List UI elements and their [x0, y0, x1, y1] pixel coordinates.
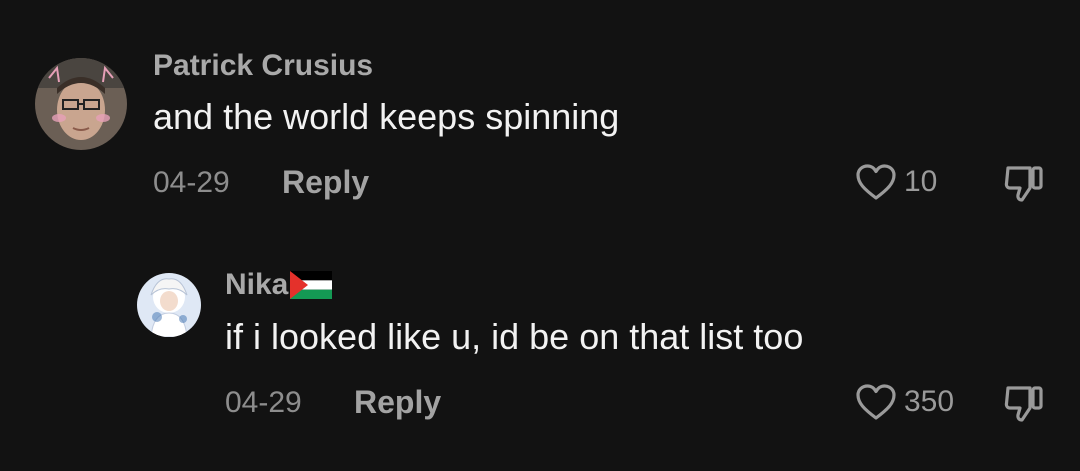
- thumbs-down-icon: [1000, 160, 1046, 206]
- comment-text: and the world keeps spinning: [153, 96, 620, 137]
- avatar[interactable]: [137, 273, 201, 337]
- like-button[interactable]: 350: [854, 382, 954, 422]
- like-count: 350: [904, 385, 955, 418]
- heart-icon: [854, 162, 898, 202]
- avatar[interactable]: [35, 58, 127, 150]
- username[interactable]: Nika: [225, 268, 333, 302]
- reply-button[interactable]: Reply: [282, 164, 369, 201]
- palestine-flag-icon: [290, 271, 333, 299]
- heart-icon: [854, 382, 898, 422]
- comment-date: 04-29: [225, 386, 302, 419]
- like-button[interactable]: 10: [854, 162, 937, 202]
- thumbs-down-icon: [1000, 380, 1046, 426]
- avatar-image: [137, 273, 201, 337]
- reply-button[interactable]: Reply: [354, 384, 441, 421]
- username-text: Nika: [225, 268, 289, 301]
- comment-text: if i looked like u, id be on that list t…: [225, 316, 804, 357]
- username[interactable]: Patrick Crusius: [153, 49, 373, 83]
- dislike-button[interactable]: [1000, 160, 1046, 206]
- like-count: 10: [904, 165, 938, 198]
- dislike-button[interactable]: [1000, 380, 1046, 426]
- comment-date: 04-29: [153, 166, 230, 199]
- username-text: Patrick Crusius: [153, 49, 374, 82]
- avatar-image: [35, 58, 127, 150]
